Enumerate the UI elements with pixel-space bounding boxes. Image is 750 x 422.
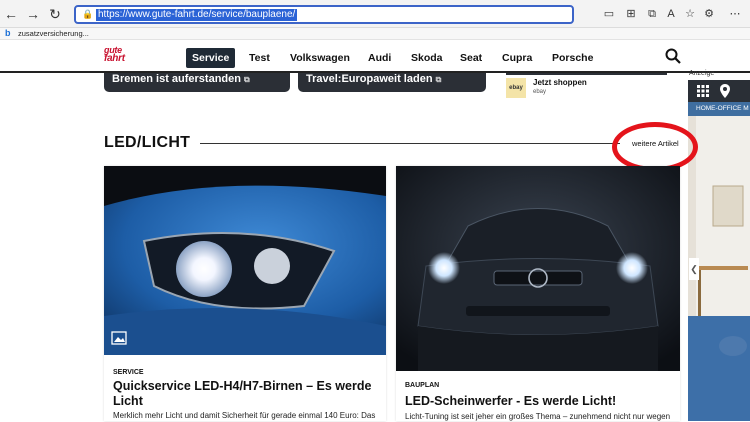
site-navigation: gute fahrt Service Test Volkswagen Audi …	[0, 40, 750, 73]
ad-card-title: Jetzt shoppen	[533, 78, 587, 87]
annotation-circle	[612, 122, 698, 172]
favorite-star-icon[interactable]: ☆	[683, 8, 697, 20]
nav-volkswagen[interactable]: Volkswagen	[290, 48, 350, 68]
section-title: LED/LICHT	[104, 134, 191, 151]
nav-audi[interactable]: Audi	[368, 48, 391, 68]
reload-icon[interactable]: ↻	[46, 5, 64, 23]
site-logo[interactable]: gute fahrt	[104, 46, 136, 66]
search-icon[interactable]	[665, 48, 681, 64]
menu-dots-icon[interactable]: ⋯	[728, 8, 742, 20]
nav-service[interactable]: Service	[186, 48, 236, 68]
ad-card-source: ebay	[533, 89, 547, 95]
lock-icon: 🔒	[82, 9, 94, 19]
qr-icon[interactable]: ⊞	[624, 8, 638, 20]
article-teaser: Merklich mehr Licht und damit Sicherheit…	[113, 411, 376, 420]
headlight-blue-car-image	[104, 166, 386, 355]
nav-skoda[interactable]: Skoda	[411, 48, 443, 68]
top-card-title: Travel:Europaweit laden	[306, 73, 433, 85]
article-title[interactable]: LED-Scheinwerfer - Es werde Licht!	[405, 394, 675, 409]
nav-cupra[interactable]: Cupra	[502, 48, 532, 68]
grid-icon	[697, 85, 709, 97]
article-card[interactable]: BAUPLAN LED-Scheinwerfer - Es werde Lich…	[396, 166, 680, 421]
ad-card[interactable]: ebay Jetzt shoppen ebay	[506, 73, 667, 103]
article-tag: BAUPLAN	[405, 382, 440, 389]
top-article-card[interactable]: Travel:Europaweit laden ⧉	[298, 73, 486, 92]
article-title[interactable]: Quickservice LED-H4/H7-Birnen – Es werde…	[113, 379, 378, 409]
collections-icon[interactable]: ⚙	[702, 8, 716, 20]
chevron-left-icon[interactable]: ❮	[689, 258, 699, 280]
top-card-title: Bremen ist auferstanden	[112, 73, 241, 85]
gallery-icon	[111, 331, 127, 345]
led-headlight-car-image	[396, 166, 680, 371]
location-pin-icon	[720, 84, 730, 98]
bookmark-favicon-icon: b	[5, 28, 11, 38]
article-card[interactable]: SERVICE Quickservice LED-H4/H7-Birnen – …	[104, 166, 386, 421]
sidebar-ad[interactable]: HOME-OFFICE M	[688, 80, 750, 421]
ebay-logo: ebay	[506, 78, 526, 98]
ad-header	[688, 80, 750, 102]
gallery-icon: ⧉	[435, 75, 442, 84]
ad-home-office-banner: HOME-OFFICE M	[688, 102, 750, 116]
nav-seat[interactable]: Seat	[460, 48, 482, 68]
gallery-icon: ⧉	[244, 75, 250, 84]
forward-icon[interactable]: →	[24, 5, 42, 23]
bookmark-bar: b zusatzversicherung...	[0, 28, 750, 40]
install-app-icon[interactable]: ▭	[602, 8, 616, 20]
address-bar[interactable]: 🔒 https://www.gute-fahrt.de/service/baup…	[74, 5, 574, 24]
url-text[interactable]: https://www.gute-fahrt.de/service/baupla…	[96, 9, 298, 21]
top-article-card[interactable]: Bremen ist auferstanden ⧉	[104, 73, 290, 92]
nav-porsche[interactable]: Porsche	[552, 48, 593, 68]
extensions-icon[interactable]: ⧉	[645, 8, 659, 20]
article-tag: SERVICE	[113, 369, 144, 376]
ad-label: Anzeige	[689, 70, 715, 77]
read-aloud-icon[interactable]: A	[664, 8, 678, 20]
article-image	[396, 166, 680, 371]
browser-toolbar: ← → ↻ 🔒 https://www.gute-fahrt.de/servic…	[0, 0, 750, 28]
bookmark-item[interactable]: zusatzversicherung...	[18, 28, 89, 39]
logo-line2: fahrt	[104, 53, 125, 64]
nav-test[interactable]: Test	[249, 48, 270, 68]
article-image	[104, 166, 386, 355]
back-icon[interactable]: ←	[2, 5, 20, 23]
section-divider	[200, 143, 620, 144]
